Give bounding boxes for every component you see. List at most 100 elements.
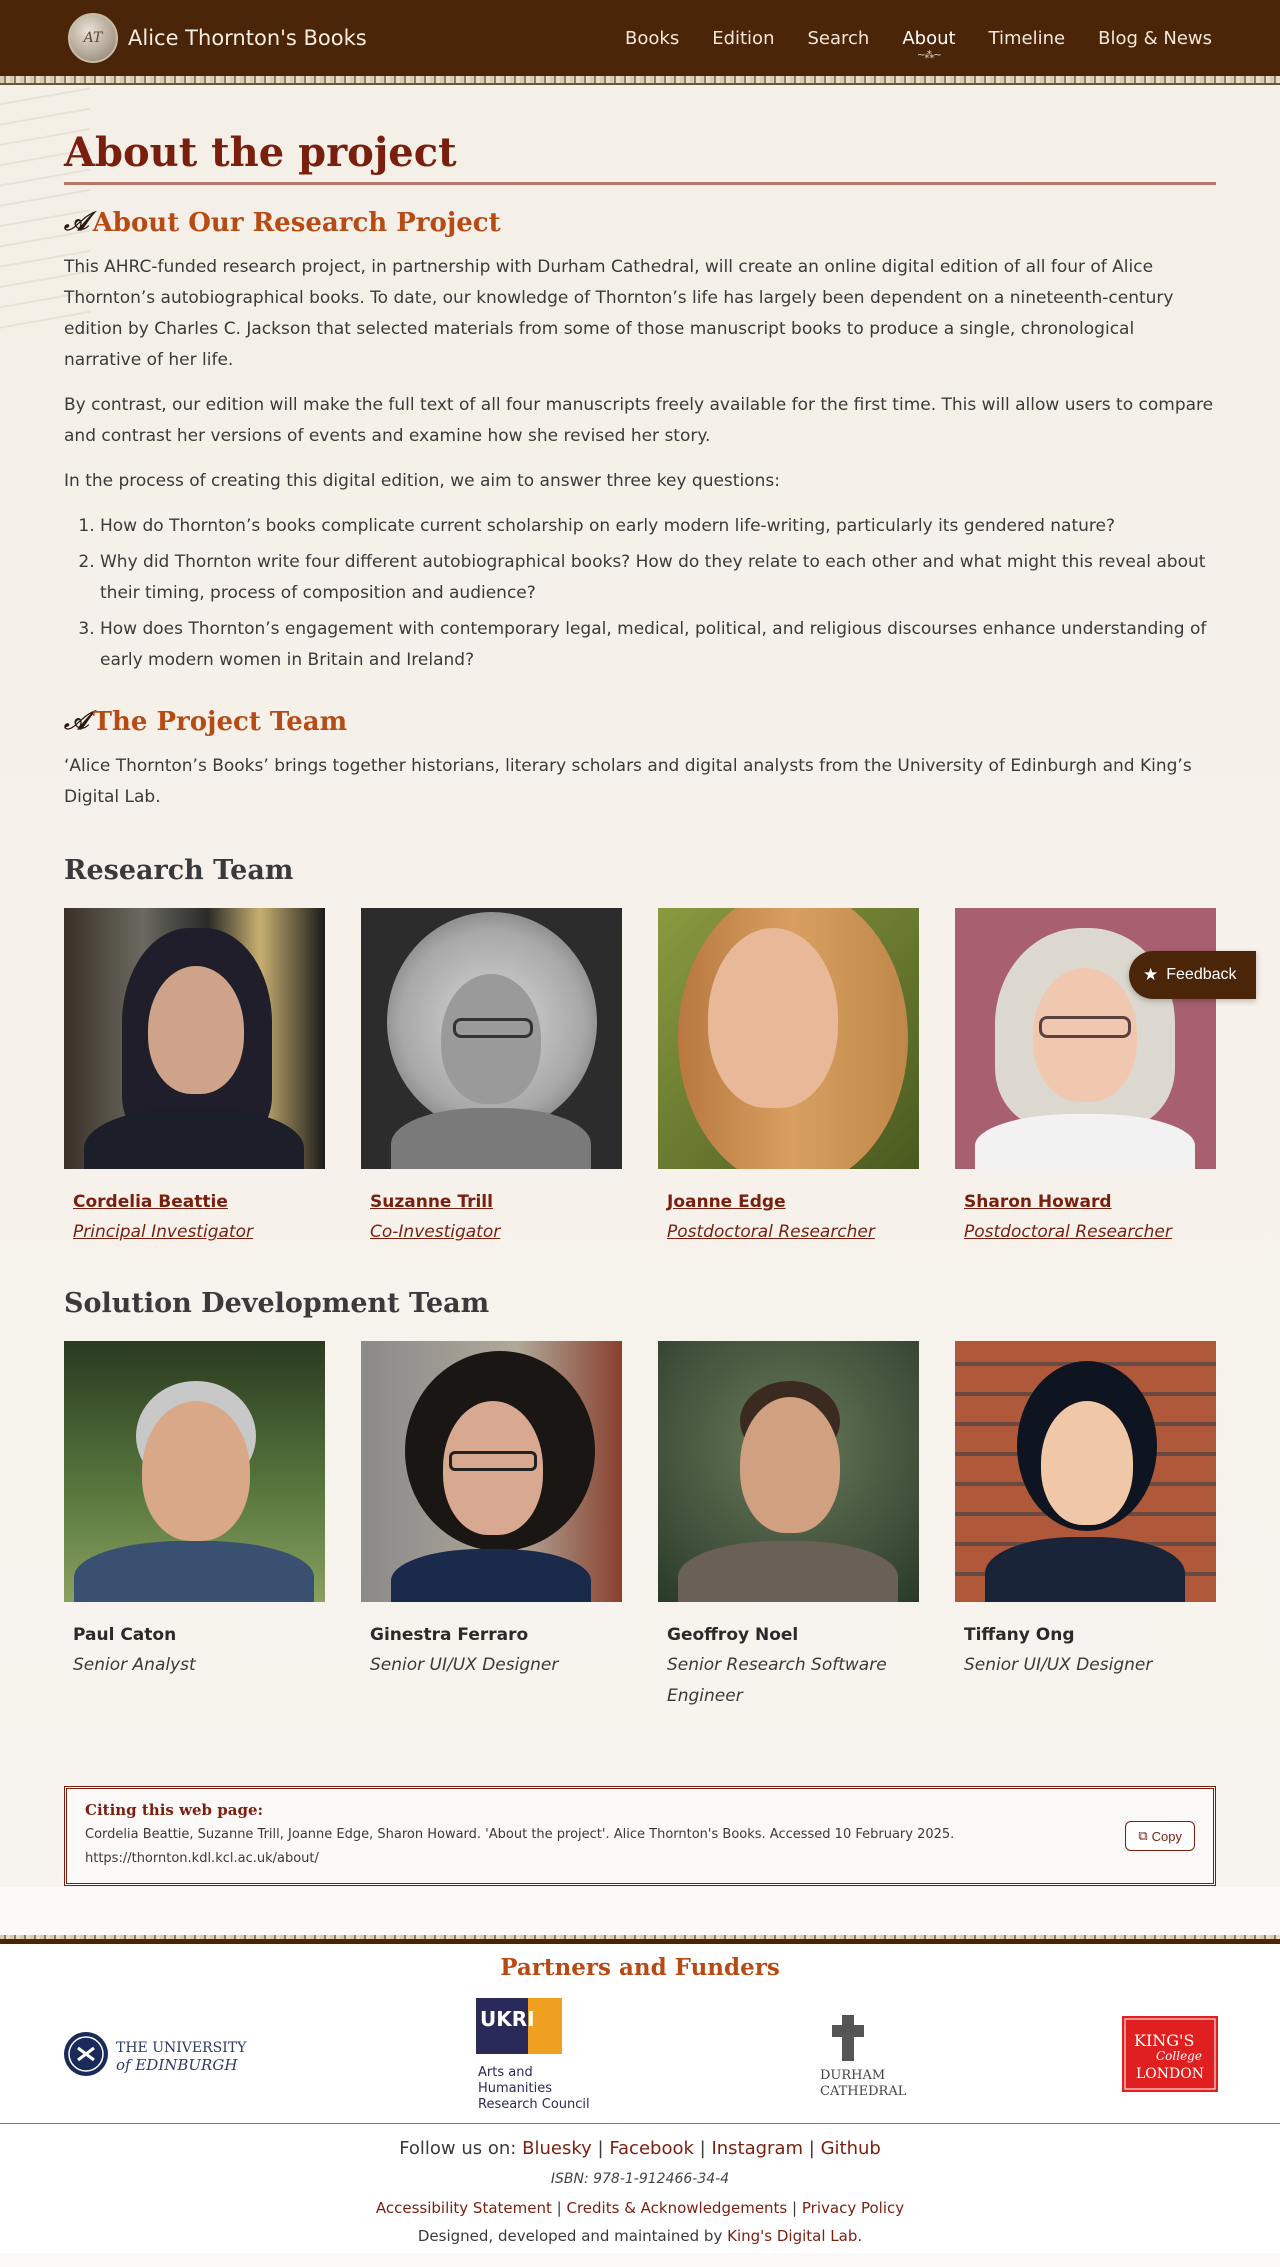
- member-photo[interactable]: [658, 908, 919, 1169]
- member-info: Suzanne Trill Co-Investigator: [361, 1169, 622, 1248]
- ahrc-logo[interactable]: UKRI Arts and Humanities Research Counci…: [476, 1998, 606, 2110]
- question-item: How do Thornton’s books complicate curre…: [100, 511, 1216, 542]
- ahrc-logo-line3: Research Council: [478, 2097, 590, 2110]
- team-member-card: Geoffroy Noel Senior Research Software E…: [658, 1341, 919, 1712]
- nav-edition[interactable]: Edition: [712, 28, 774, 49]
- nav-search[interactable]: Search: [807, 28, 869, 49]
- credit-line: Designed, developed and maintained by Ki…: [0, 2227, 1280, 2245]
- member-photo: [658, 1341, 919, 1602]
- member-role-link[interactable]: Postdoctoral Researcher: [667, 1217, 910, 1248]
- citation-url: https://thornton.kdl.kcl.ac.uk/about/: [85, 1851, 319, 1866]
- member-photo: [955, 1341, 1216, 1602]
- question-item: Why did Thornton write four different au…: [100, 547, 1216, 609]
- key-questions-list: How do Thornton’s books complicate curre…: [100, 511, 1216, 676]
- citation-box: Citing this web page: Cordelia Beattie, …: [64, 1786, 1216, 1886]
- research-project-heading-text: About Our Research Project: [92, 207, 501, 238]
- member-role-link[interactable]: Principal Investigator: [73, 1217, 316, 1248]
- team-member-card: Cordelia Beattie Principal Investigator: [64, 908, 325, 1248]
- project-team-heading: 𝒜 The Project Team: [64, 706, 1216, 737]
- edinburgh-logo-line2: of EDINBURGH: [116, 2056, 238, 2074]
- member-photo: [64, 1341, 325, 1602]
- kings-logo-line1: KING'S: [1134, 2031, 1194, 2050]
- credits-link[interactable]: Credits & Acknowledgements: [567, 2199, 788, 2217]
- copy-citation-button[interactable]: ⧉ Copy: [1125, 1821, 1195, 1851]
- member-photo: [361, 1341, 622, 1602]
- partners-section: Partners and Funders THE UNIVERSITY of E…: [0, 1944, 1280, 2123]
- credit-prefix: Designed, developed and maintained by: [417, 2227, 723, 2245]
- research-paragraph-3: In the process of creating this digital …: [64, 471, 780, 491]
- member-role: Senior UI/UX Designer: [370, 1655, 559, 1675]
- kings-college-logo[interactable]: KING'S College LONDON: [1122, 2016, 1218, 2092]
- member-photo[interactable]: [955, 908, 1216, 1169]
- member-info: Sharon Howard Postdoctoral Researcher: [955, 1169, 1216, 1248]
- kings-digital-lab-link[interactable]: King's Digital Lab: [727, 2227, 857, 2245]
- follow-us: Follow us on: Bluesky | Facebook | Insta…: [0, 2138, 1280, 2159]
- social-link-instagram[interactable]: Instagram: [711, 2138, 803, 2159]
- durham-cathedral-logo[interactable]: DURHAM CATHEDRAL: [818, 2011, 910, 2097]
- ahrc-logo-mark: UKRI: [480, 2007, 535, 2031]
- citation-content: Citing this web page: Cordelia Beattie, …: [85, 1801, 954, 1871]
- research-project-heading: 𝒜 About Our Research Project: [64, 207, 1216, 238]
- member-name: Paul Caton: [73, 1625, 177, 1645]
- separator: |: [597, 2138, 604, 2159]
- team-member-card: Paul Caton Senior Analyst: [64, 1341, 325, 1712]
- social-link-github[interactable]: Github: [821, 2138, 881, 2159]
- quill-flourish-icon: 𝒜: [64, 706, 89, 736]
- member-name-link[interactable]: Sharon Howard: [964, 1187, 1207, 1217]
- member-role: Senior Analyst: [73, 1655, 196, 1675]
- member-name-link[interactable]: Cordelia Beattie: [73, 1187, 316, 1217]
- member-name: Geoffroy Noel: [667, 1625, 799, 1645]
- ahrc-logo-line1: Arts and: [478, 2065, 533, 2080]
- research-team-heading: Research Team: [64, 855, 294, 886]
- nav-blog-news[interactable]: Blog & News: [1098, 28, 1212, 49]
- brand-title: Alice Thornton's Books: [128, 26, 367, 50]
- accessibility-statement-link[interactable]: Accessibility Statement: [376, 2199, 552, 2217]
- kings-logo-line3: LONDON: [1136, 2066, 1204, 2082]
- ahrc-logo-line2: Humanities: [478, 2081, 552, 2096]
- member-role-link[interactable]: Postdoctoral Researcher: [964, 1217, 1207, 1248]
- member-info: Geoffroy Noel Senior Research Software E…: [658, 1602, 919, 1712]
- page-title: About the project: [64, 129, 1216, 185]
- edinburgh-logo[interactable]: THE UNIVERSITY of EDINBURGH: [62, 2028, 264, 2080]
- member-role-link[interactable]: Co-Investigator: [370, 1217, 613, 1248]
- separator: |: [792, 2199, 798, 2217]
- member-name-link[interactable]: Joanne Edge: [667, 1187, 910, 1217]
- member-info: Ginestra Ferraro Senior UI/UX Designer: [361, 1602, 622, 1681]
- main-nav: Books Edition Search About Timeline Blog…: [625, 28, 1212, 49]
- follow-label: Follow us on:: [399, 2138, 517, 2159]
- research-team-grid: Cordelia Beattie Principal Investigator …: [64, 908, 1216, 1248]
- feedback-label: Feedback: [1166, 966, 1237, 983]
- member-photo[interactable]: [361, 908, 622, 1169]
- feedback-button[interactable]: ★ Feedback: [1129, 951, 1256, 999]
- solution-team-grid: Paul Caton Senior Analyst Ginestra Ferra…: [64, 1341, 1216, 1712]
- team-member-card: Suzanne Trill Co-Investigator: [361, 908, 622, 1248]
- citation-text: Cordelia Beattie, Suzanne Trill, Joanne …: [85, 1827, 955, 1842]
- social-link-facebook[interactable]: Facebook: [609, 2138, 694, 2159]
- member-photo[interactable]: [64, 908, 325, 1169]
- privacy-policy-link[interactable]: Privacy Policy: [802, 2199, 904, 2217]
- question-item: How does Thornton’s engagement with cont…: [100, 614, 1216, 676]
- credit-suffix: .: [857, 2227, 863, 2245]
- durham-logo-line1: DURHAM: [820, 2068, 885, 2083]
- member-info: Joanne Edge Postdoctoral Researcher: [658, 1169, 919, 1248]
- social-link-bluesky[interactable]: Bluesky: [522, 2138, 592, 2159]
- member-role: Senior Research Software Engineer: [667, 1655, 887, 1706]
- durham-logo-line2: CATHEDRAL: [820, 2084, 907, 2097]
- star-icon: ★: [1143, 965, 1159, 984]
- member-role: Senior UI/UX Designer: [964, 1655, 1153, 1675]
- quill-flourish-icon: 𝒜: [64, 207, 89, 237]
- brand-link[interactable]: AT Alice Thornton's Books: [68, 13, 367, 63]
- member-name-link[interactable]: Suzanne Trill: [370, 1187, 613, 1217]
- main-content: About the project 𝒜 About Our Research P…: [0, 85, 1280, 1712]
- team-member-card: Joanne Edge Postdoctoral Researcher: [658, 908, 919, 1248]
- copy-icon: ⧉: [1138, 1828, 1148, 1843]
- edinburgh-logo-line1: THE UNIVERSITY: [116, 2040, 247, 2056]
- member-info: Cordelia Beattie Principal Investigator: [64, 1169, 325, 1248]
- nav-timeline[interactable]: Timeline: [989, 28, 1066, 49]
- kings-logo-line2: College: [1156, 2049, 1202, 2063]
- member-name: Ginestra Ferraro: [370, 1625, 529, 1645]
- nav-about[interactable]: About: [902, 28, 955, 49]
- citation-title: Citing this web page:: [85, 1801, 264, 1819]
- nav-books[interactable]: Books: [625, 28, 679, 49]
- site-header: AT Alice Thornton's Books Books Edition …: [0, 0, 1280, 76]
